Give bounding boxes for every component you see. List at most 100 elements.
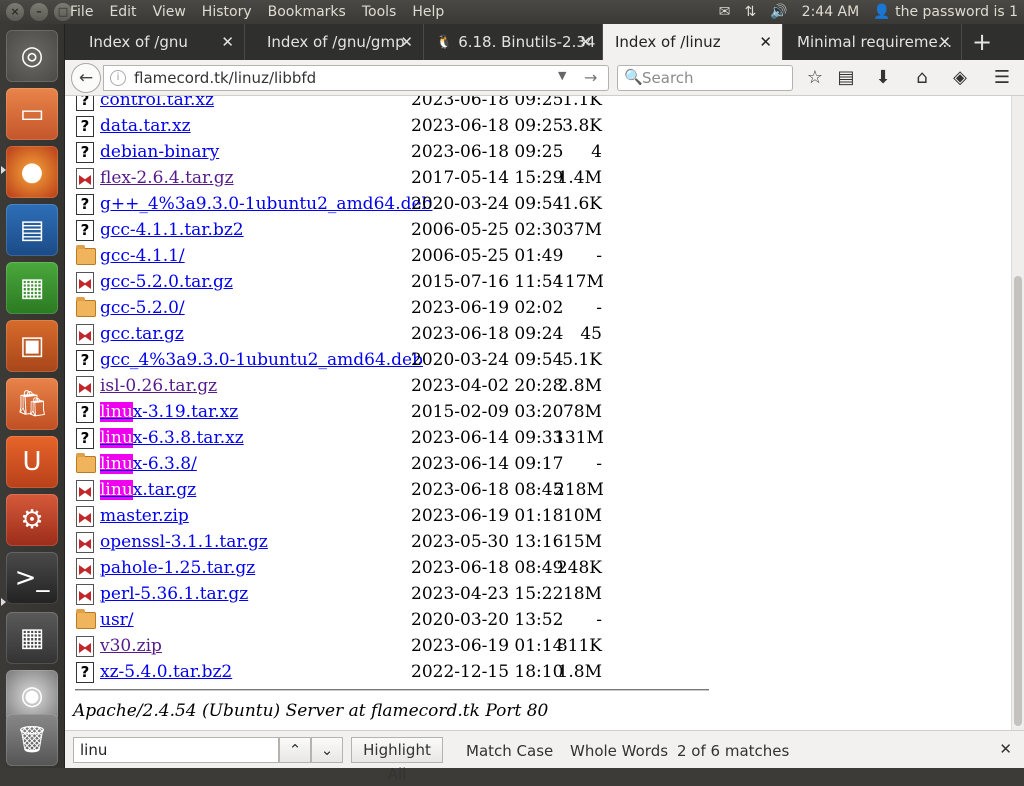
window-minimize-button[interactable]: – (30, 3, 48, 21)
close-icon[interactable]: ✕ (221, 33, 234, 51)
close-icon[interactable]: ✕ (759, 33, 772, 51)
file-link[interactable]: gcc_4%3a9.3.0-1ubuntu2_amd64.deb (100, 350, 423, 370)
tab-gnu[interactable]: Index of /gnu ✕ (65, 24, 245, 60)
archive-icon[interactable] (76, 272, 94, 293)
tab-binutils[interactable]: 🐧 6.18. Binutils-2.34 ✕ (424, 24, 603, 60)
file-link[interactable]: gcc.tar.gz (100, 324, 184, 344)
file-link[interactable]: linux.tar.gz (100, 480, 196, 500)
terminal-icon[interactable]: >_ (6, 552, 58, 604)
downloads-icon[interactable]: ⬇ (871, 67, 895, 88)
close-icon[interactable]: ✕ (938, 33, 951, 51)
file-link[interactable]: v30.zip (100, 636, 162, 656)
folder-icon[interactable] (76, 297, 96, 317)
hamburger-menu-icon[interactable]: ☰ (990, 67, 1014, 88)
file-link[interactable]: debian-binary (100, 142, 219, 162)
file-link[interactable]: gcc-4.1.1/ (100, 246, 185, 266)
file-link[interactable]: data.tar.xz (100, 116, 191, 136)
archive-icon[interactable] (76, 636, 94, 657)
archive-icon[interactable] (76, 584, 94, 605)
reading-list-icon[interactable]: ▤ (834, 67, 858, 88)
scrollbar-thumb[interactable] (1014, 276, 1022, 726)
network-icon[interactable]: ⇅ (745, 4, 757, 20)
url-bar[interactable]: i flamecord.tk/linuz/libbfd ▼ → (103, 65, 609, 91)
unknown-file-icon[interactable]: ? (76, 96, 94, 111)
bookmark-star-icon[interactable]: ☆ (803, 67, 827, 88)
menu-view[interactable]: View (153, 4, 186, 20)
volume-icon[interactable]: 🔊 (770, 4, 787, 20)
archive-icon[interactable] (76, 506, 94, 527)
firefox-icon[interactable]: ● (6, 146, 58, 198)
close-icon[interactable]: ✕ (579, 33, 592, 51)
folder-icon[interactable] (76, 609, 96, 629)
highlight-all-button[interactable]: Highlight All (351, 737, 443, 783)
unknown-file-icon[interactable]: ? (76, 220, 94, 241)
menu-tools[interactable]: Tools (362, 4, 397, 20)
unknown-file-icon[interactable]: ? (76, 402, 94, 423)
close-icon[interactable]: ✕ (999, 740, 1012, 758)
tab-linuz[interactable]: Index of /linuz ✕ (603, 24, 783, 60)
archive-icon[interactable] (76, 168, 94, 189)
unknown-file-icon[interactable]: ? (76, 116, 94, 137)
file-link[interactable]: gcc-5.2.0.tar.gz (100, 272, 233, 292)
vertical-scrollbar[interactable] (1011, 96, 1024, 730)
folder-icon[interactable] (76, 453, 96, 473)
find-input[interactable]: linu (73, 737, 279, 763)
site-info-icon[interactable]: i (110, 70, 126, 86)
file-link[interactable]: perl-5.36.1.tar.gz (100, 584, 248, 604)
file-link[interactable]: linux-6.3.8/ (100, 454, 197, 474)
file-link[interactable]: flex-2.6.4.tar.gz (100, 168, 234, 188)
archive-icon[interactable] (76, 532, 94, 553)
mail-icon[interactable]: ✉ (719, 4, 731, 20)
unknown-file-icon[interactable]: ? (76, 662, 94, 683)
new-tab-button[interactable]: + (962, 24, 1002, 60)
find-previous-button[interactable]: ⌃ (279, 737, 311, 763)
file-link[interactable]: isl-0.26.tar.gz (100, 376, 217, 396)
menu-history[interactable]: History (202, 4, 252, 20)
file-link[interactable]: control.tar.xz (100, 96, 214, 110)
go-arrow-icon[interactable]: → (584, 68, 597, 87)
file-link[interactable]: gcc-5.2.0/ (100, 298, 185, 318)
menu-bookmarks[interactable]: Bookmarks (268, 4, 346, 20)
tab-gnu-gmp[interactable]: Index of /gnu/gmp ✕ (245, 24, 424, 60)
unknown-file-icon[interactable]: ? (76, 142, 94, 163)
software-center-icon[interactable]: 🛍 (6, 378, 58, 430)
file-link[interactable]: xz-5.4.0.tar.bz2 (100, 662, 232, 682)
unknown-file-icon[interactable]: ? (76, 194, 94, 215)
file-link[interactable]: gcc-4.1.1.tar.bz2 (100, 220, 244, 240)
calc-icon[interactable]: ▦ (6, 262, 58, 314)
window-close-button[interactable]: × (6, 3, 24, 21)
match-case-toggle[interactable]: Match Case (466, 742, 553, 760)
menu-help[interactable]: Help (412, 4, 444, 20)
trash-icon[interactable]: 🗑 (6, 714, 58, 766)
file-link[interactable]: g++_4%3a9.3.0-1ubuntu2_amd64.deb (100, 194, 432, 214)
files-icon[interactable]: ▭ (6, 88, 58, 140)
impress-icon[interactable]: ▣ (6, 320, 58, 372)
whole-words-toggle[interactable]: Whole Words (570, 742, 668, 760)
writer-icon[interactable]: ▤ (6, 204, 58, 256)
close-icon[interactable]: ✕ (400, 33, 413, 51)
url-dropdown-icon[interactable]: ▼ (558, 69, 566, 82)
workspace-switcher-icon[interactable]: ▦ (6, 612, 58, 664)
system-settings-icon[interactable]: ⚙ (6, 494, 58, 546)
archive-icon[interactable] (76, 376, 94, 397)
file-link[interactable]: master.zip (100, 506, 189, 526)
file-link[interactable]: pahole-1.25.tar.gz (100, 558, 255, 578)
tab-minimal-requirements[interactable]: Minimal requireme... ✕ (783, 24, 962, 60)
unknown-file-icon[interactable]: ? (76, 350, 94, 371)
archive-icon[interactable] (76, 558, 94, 579)
url-text[interactable]: flamecord.tk/linuz/libbfd (134, 69, 316, 87)
unknown-file-icon[interactable]: ? (76, 428, 94, 449)
folder-icon[interactable] (76, 245, 96, 265)
back-button[interactable]: ← (71, 63, 101, 93)
ubuntu-one-icon[interactable]: U (6, 436, 58, 488)
file-link[interactable]: openssl-3.1.1.tar.gz (100, 532, 268, 552)
file-link[interactable]: linux-3.19.tar.xz (100, 402, 238, 422)
file-link[interactable]: linux-6.3.8.tar.xz (100, 428, 244, 448)
archive-icon[interactable] (76, 324, 94, 345)
archive-icon[interactable] (76, 480, 94, 501)
pocket-icon[interactable]: ◈ (948, 67, 972, 88)
dash-home-icon[interactable]: ◎ (6, 30, 58, 82)
menu-edit[interactable]: Edit (109, 4, 136, 20)
find-next-button[interactable]: ⌄ (311, 737, 343, 763)
home-icon[interactable]: ⌂ (910, 67, 934, 88)
